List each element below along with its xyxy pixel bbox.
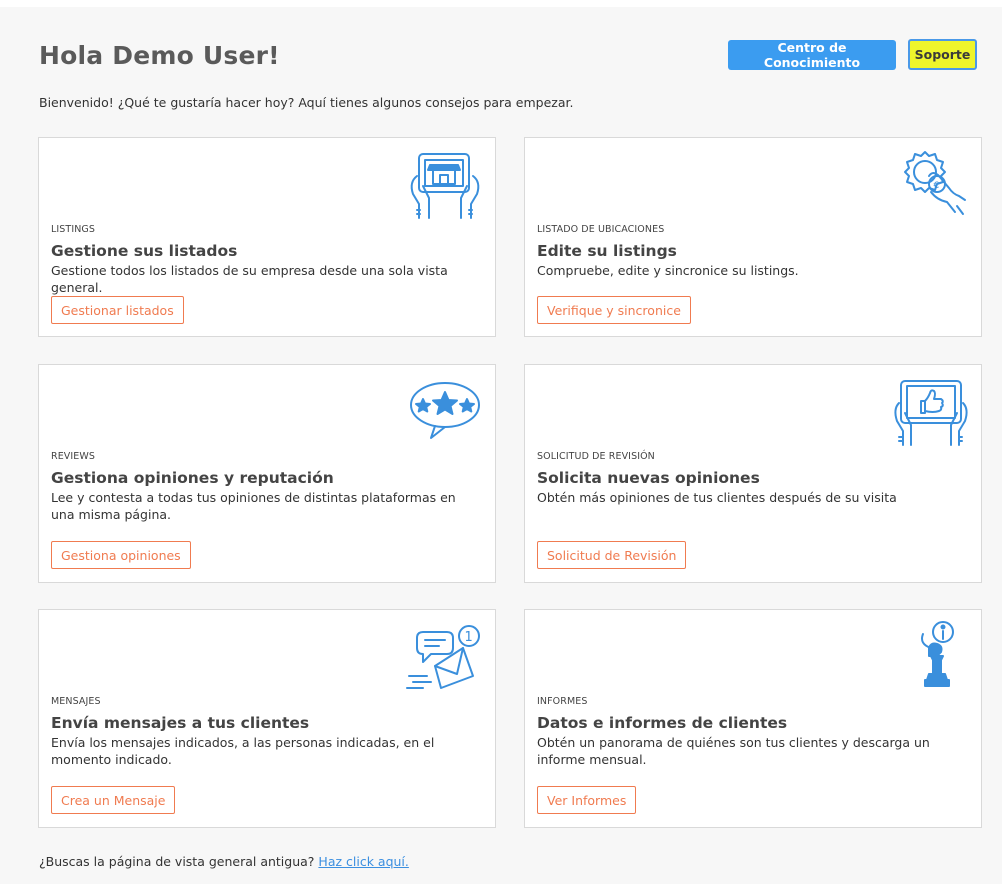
message-envelope-icon: 1: [405, 618, 485, 694]
svg-text:1: 1: [465, 630, 473, 645]
chess-info-icon: [891, 618, 971, 694]
view-reports-button[interactable]: Ver Informes: [537, 786, 637, 814]
card-category: LISTINGS: [51, 224, 96, 235]
card-title: Gestione sus listados: [51, 242, 238, 260]
card-category: REVIEWS: [51, 451, 96, 462]
dashboard-page: Hola Demo User! Centro de Conocimiento S…: [0, 7, 1002, 884]
welcome-text: Bienvenido! ¿Qué te gustaría hacer hoy? …: [39, 95, 574, 110]
gear-euro-hand-icon: €: [891, 146, 971, 222]
manage-reviews-button[interactable]: Gestiona opiniones: [51, 541, 191, 569]
footer-text: ¿Buscas la página de vista general antig…: [39, 854, 315, 869]
support-button[interactable]: Soporte: [908, 39, 977, 70]
card-category: MENSAJES: [51, 696, 101, 707]
card-title: Edite su listings: [537, 242, 677, 260]
card-description: Obtén un panorama de quiénes son tus cli…: [537, 735, 930, 767]
card-description: Obtén más opiniones de tus clientes desp…: [537, 490, 897, 505]
review-request-button[interactable]: Solicitud de Revisión: [537, 541, 687, 569]
card-description: Lee y contesta a todas tus opiniones de …: [51, 490, 456, 522]
svg-text:€: €: [934, 181, 940, 191]
create-message-button[interactable]: Crea un Mensaje: [51, 786, 176, 814]
card-category: INFORMES: [537, 696, 588, 707]
card-reports: INFORMES Datos e informes de clientes Ob…: [524, 609, 982, 828]
card-title: Envía mensajes a tus clientes: [51, 714, 310, 732]
card-category: LISTADO DE UBICACIONES: [537, 224, 665, 235]
verify-sync-button[interactable]: Verifique y sincronice: [537, 296, 691, 324]
star-speech-bubble-icon: [405, 373, 485, 449]
page-title: Hola Demo User!: [39, 41, 280, 70]
card-title: Solicita nuevas opiniones: [537, 469, 760, 487]
manage-listings-button[interactable]: Gestionar listados: [51, 296, 184, 324]
old-overview-footer: ¿Buscas la página de vista general antig…: [39, 854, 409, 869]
card-listings: LISTINGS Gestione sus listados Gestione …: [38, 137, 496, 337]
card-title: Gestiona opiniones y reputación: [51, 469, 334, 487]
card-title: Datos e informes de clientes: [537, 714, 788, 732]
card-description: Envía los mensajes indicados, a las pers…: [51, 735, 435, 767]
old-overview-link[interactable]: Haz click aquí.: [318, 854, 408, 869]
card-review-request: SOLICITUD DE REVISIÓN Solicita nuevas op…: [524, 364, 982, 583]
tablet-thumbs-up-icon: [891, 373, 971, 449]
card-location-listing: € LISTADO DE UBICACIONES Edite su listin…: [524, 137, 982, 337]
tablet-storefront-icon: [405, 146, 485, 222]
card-description: Compruebe, edite y sincronice su listing…: [537, 263, 799, 278]
card-messages: 1 MENSAJES Envía mensajes a tus clientes…: [38, 609, 496, 828]
card-description: Gestione todos los listados de su empres…: [51, 263, 448, 295]
card-category: SOLICITUD DE REVISIÓN: [537, 451, 655, 462]
knowledge-center-button[interactable]: Centro de Conocimiento: [728, 40, 896, 70]
card-reviews: REVIEWS Gestiona opiniones y reputación …: [38, 364, 496, 583]
